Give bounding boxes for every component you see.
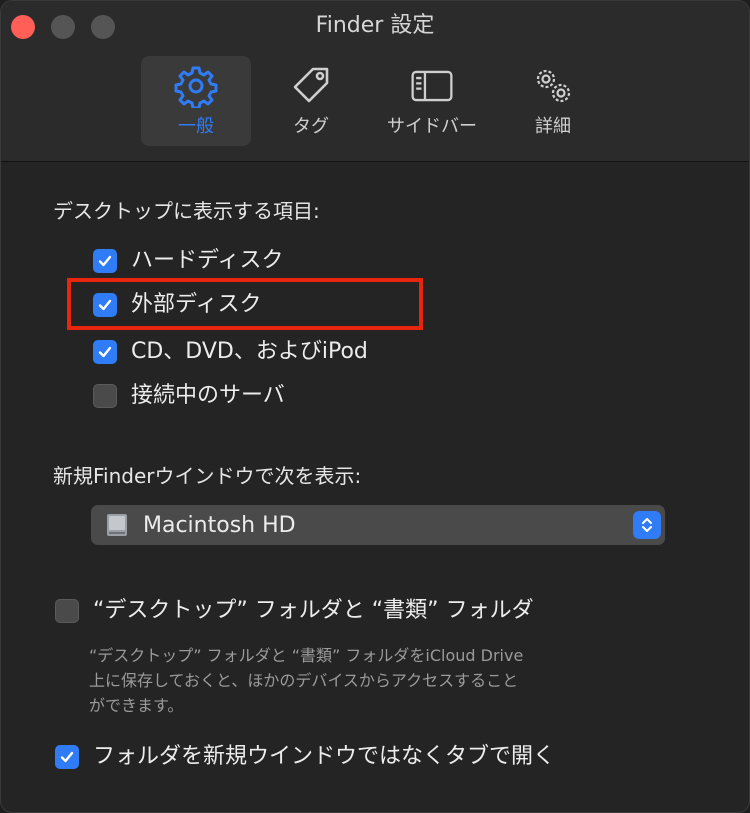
icloud-description: “デスクトップ” フォルダと “書類” フォルダをiCloud Drive 上に…: [89, 643, 629, 718]
icloud-folders-checkbox[interactable]: [55, 599, 79, 623]
checkmark-icon: [98, 255, 112, 267]
desktop-section-title: デスクトップに表示する項目:: [53, 199, 320, 223]
hard-disk-label: ハードディスク: [131, 248, 284, 273]
description-line: “デスクトップ” フォルダと “書類” フォルダをiCloud Drive: [89, 646, 524, 665]
open-in-tabs-checkbox[interactable]: [55, 745, 79, 769]
sidebar-icon: [411, 70, 453, 102]
gears-icon: [536, 69, 571, 103]
checkmark-icon: [98, 346, 112, 358]
description-line: ができます。: [89, 696, 184, 715]
tab-tags[interactable]: タグ: [256, 56, 366, 146]
connected-servers-checkbox[interactable]: [93, 384, 117, 408]
checkmark-icon: [60, 751, 74, 763]
new-window-location-select[interactable]: Macintosh HD: [91, 505, 665, 545]
hard-disk-option[interactable]: ハードディスク: [93, 247, 283, 275]
tab-label: 一般: [178, 116, 214, 137]
tab-label: タグ: [293, 116, 329, 137]
tab-label: サイドバー: [387, 116, 477, 137]
open-in-tabs-label: フォルダを新規ウインドウではなくタブで開く: [93, 744, 556, 769]
hard-disk-checkbox[interactable]: [93, 249, 117, 273]
tag-icon: [293, 67, 329, 103]
select-value: Macintosh HD: [143, 512, 296, 538]
highlight-box: [67, 278, 423, 330]
tab-sidebar[interactable]: サイドバー: [373, 56, 491, 146]
hard-disk-icon: [107, 514, 127, 536]
icloud-folders-option[interactable]: “デスクトップ” フォルダと “書類” フォルダ: [55, 597, 534, 625]
open-in-tabs-option[interactable]: フォルダを新規ウインドウではなくタブで開く: [55, 743, 555, 771]
cd-dvd-ipod-checkbox[interactable]: [93, 340, 117, 364]
new-window-section-title: 新規Finderウインドウで次を表示:: [53, 464, 362, 488]
icloud-folders-label: “デスクトップ” フォルダと “書類” フォルダ: [93, 598, 534, 623]
tab-general[interactable]: 一般: [141, 56, 251, 146]
tab-label: 詳細: [535, 116, 571, 137]
tab-advanced[interactable]: 詳細: [498, 56, 608, 146]
cd-dvd-ipod-option[interactable]: CD、DVD、およびiPod: [93, 338, 368, 366]
connected-servers-label: 接続中のサーバ: [131, 383, 285, 408]
description-line: 上に保存しておくと、ほかのデバイスからアクセスすること: [89, 671, 519, 690]
connected-servers-option[interactable]: 接続中のサーバ: [93, 382, 285, 410]
window-title: Finder 設定: [315, 13, 435, 38]
gear-icon: [174, 66, 218, 108]
finder-settings-window: Finder 設定 一般 タグ サイドバー 詳細 デスクトップに表示する項目: …: [0, 0, 750, 813]
chevron-updown-icon[interactable]: [633, 511, 661, 539]
cd-dvd-ipod-label: CD、DVD、およびiPod: [131, 339, 368, 364]
toolbar: Finder 設定 一般 タグ サイドバー 詳細: [1, 1, 749, 162]
